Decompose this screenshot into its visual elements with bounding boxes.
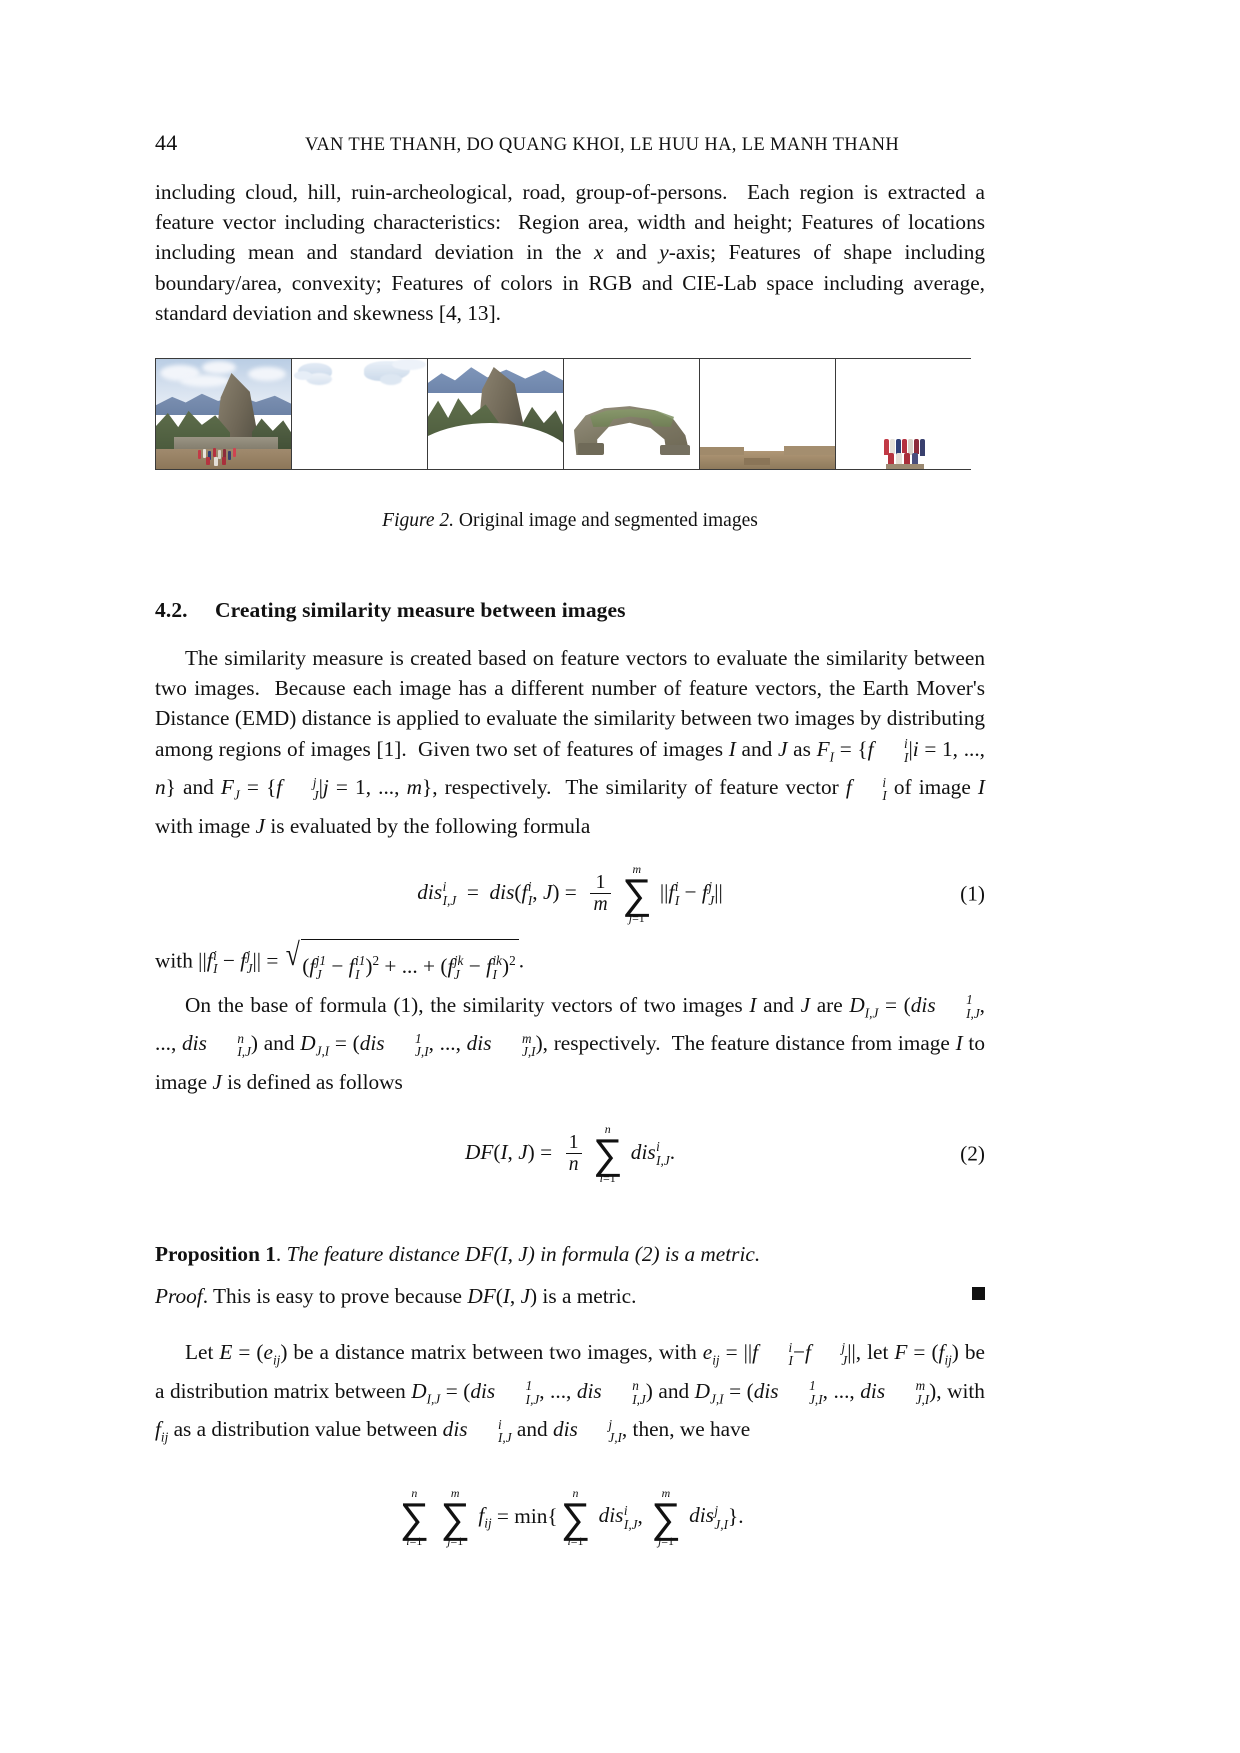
qed-square-icon [972, 1286, 985, 1300]
proof-period: . [202, 1283, 209, 1308]
proof-label: Proof [155, 1283, 203, 1308]
figure-panel-cloud-segment [292, 359, 428, 470]
equation-2-body: DF(I, J) = 1n n ∑ i=1 dis i I,J. [464, 1121, 676, 1185]
proposition-label: Proposition 1 [155, 1241, 276, 1266]
paragraph-intro: including cloud, hill, ruin-archeologica… [155, 180, 985, 325]
equation-3-body: n ∑ i=1 m ∑ j=1 fij = min{n ∑ i=1 dis i I,J, m ∑ j… [399, 1485, 744, 1549]
section-number: 4.2. [155, 598, 188, 623]
equation-1-tag: (1) [960, 881, 985, 906]
proof-block: Proof. This is easy to prove because DF(… [155, 1281, 985, 1311]
proposition-period: . [275, 1241, 282, 1266]
figure-panel-original-image [156, 359, 292, 470]
paragraph-feature-distance: On the base of formula (1), the similari… [155, 992, 985, 1094]
paragraph-similarity-measure: The similarity measure is created based … [155, 646, 986, 838]
equation-1-body: dis i I,J = dis(f i I, J) = 1m m ∑ j=1 ||f i I −… [417, 861, 723, 925]
equation-2-tag: (2) [960, 1141, 985, 1166]
page-content: 44 VAN THE THANH, DO QUANG KHOI, LE HUU … [155, 0, 985, 1558]
running-title: VAN THE THANH, DO QUANG KHOI, LE HUU HA,… [305, 135, 900, 155]
page-number: 44 [155, 130, 178, 155]
paragraph-distribution-matrix: Let E = (eij) be a distance matrix betwe… [155, 1339, 985, 1446]
proof-text: This is easy to prove because DF(I, J) i… [213, 1283, 637, 1308]
figure-panel-road-segment [700, 359, 836, 470]
figure-2-segmented-images [155, 358, 972, 471]
figure-panel-hill-segment [428, 359, 564, 470]
running-head: 44 VAN THE THANH, DO QUANG KHOI, LE HUU … [155, 130, 985, 156]
figure-caption-text: Original image and segmented images [458, 510, 758, 532]
figure-panel-ruin-archeological-segment [564, 359, 700, 470]
paragraph-norm-definition: with ||f i I − f j J || = √ (f j1 J − f i1 I)2 + .… [155, 938, 985, 986]
equation-3: n ∑ i=1 m ∑ j=1 fij = min{n ∑ i=1 dis i I,J, m ∑ j… [155, 1485, 985, 1549]
section-title: Creating similarity measure between imag… [215, 598, 626, 623]
section-heading-4-2: 4.2. Creating similarity measure between … [155, 598, 985, 623]
equation-2: DF(I, J) = 1n n ∑ i=1 dis i I,J. (2) [155, 1121, 985, 1185]
equation-1: dis i I,J = dis(f i I, J) = 1m m ∑ j=1 ||f i I −… [155, 861, 985, 925]
figure-caption: Figure 2. Original image and segmented i… [155, 510, 985, 532]
figure-caption-label: Figure 2. [382, 510, 455, 532]
proposition-1: Proposition 1. The feature distance DF(I… [155, 1241, 761, 1266]
figure-panel-group-of-persons-segment [836, 359, 972, 470]
